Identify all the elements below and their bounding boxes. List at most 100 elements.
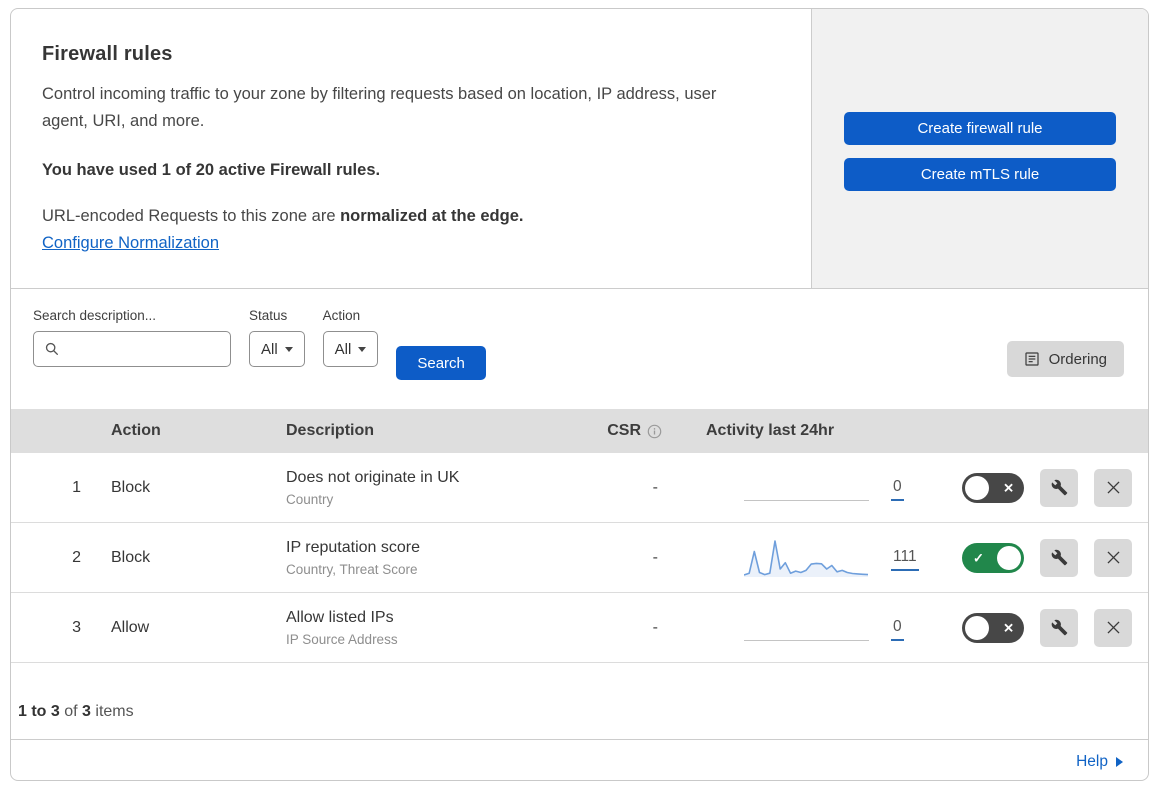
chevron-down-icon <box>358 346 367 352</box>
action-group: Action All <box>322 303 379 367</box>
search-button[interactable]: Search <box>396 346 486 380</box>
rule-enabled-toggle[interactable]: ✕ <box>962 612 1024 643</box>
toggle-check-icon: ✓ <box>973 550 984 565</box>
toggle-x-icon: ✕ <box>1003 620 1014 635</box>
info-icon[interactable] <box>647 424 662 439</box>
normalization-prefix: URL-encoded Requests to this zone are <box>42 207 341 226</box>
page-title: Firewall rules <box>42 43 173 65</box>
search-box <box>33 331 231 367</box>
search-group: Search description... <box>33 303 231 367</box>
rule-action: Block <box>111 478 151 496</box>
page-description: Control incoming traffic to your zone by… <box>42 85 717 130</box>
col-action: Action <box>111 422 161 439</box>
rule-enabled-toggle[interactable]: ✕ <box>962 472 1024 503</box>
activity-sparkline-area <box>744 537 869 579</box>
toggle-x-icon: ✕ <box>1003 480 1014 495</box>
activity-flatline <box>744 639 869 641</box>
ordering-list-icon <box>1024 351 1040 367</box>
create-firewall-rule-button[interactable]: Create firewall rule <box>844 112 1116 145</box>
create-mtls-rule-button[interactable]: Create mTLS rule <box>844 158 1116 191</box>
rule-csr: - <box>652 478 658 496</box>
rule-csr: - <box>652 618 658 636</box>
hero-section: Firewall rules Control incoming traffic … <box>11 9 1148 289</box>
close-icon <box>1104 618 1123 637</box>
rule-activity: 111 <box>676 537 931 579</box>
close-icon <box>1104 548 1123 567</box>
col-csr: CSR <box>571 422 676 440</box>
rule-description: Does not originate in UK Country <box>286 469 571 507</box>
ordering-button-label: Ordering <box>1048 350 1107 368</box>
activity-flatline <box>744 499 869 501</box>
rule-controls: ✕ <box>931 468 1148 507</box>
pagination-items: items <box>90 703 134 720</box>
close-icon <box>1104 478 1123 497</box>
status-select[interactable]: All <box>249 331 305 367</box>
activity-count-link[interactable]: 0 <box>891 618 904 641</box>
pagination-of: of <box>59 703 83 720</box>
pagination-range: 1 to 3 <box>18 703 60 720</box>
wrench-icon <box>1051 479 1068 496</box>
activity-sparkline-area <box>744 607 869 649</box>
wrench-icon <box>1051 619 1068 636</box>
filter-bar: Search description... Status All Action … <box>11 289 1148 409</box>
hero-text: Firewall rules Control incoming traffic … <box>11 9 811 288</box>
edit-rule-button[interactable] <box>1040 468 1078 507</box>
rule-priority: 2 <box>72 548 81 566</box>
rule-controls: ✕ <box>931 608 1148 647</box>
help-link[interactable]: Help <box>1076 753 1108 771</box>
status-selected-value: All <box>261 340 278 358</box>
rule-description-title: IP reputation score <box>286 538 421 556</box>
activity-count-link[interactable]: 0 <box>891 478 904 501</box>
rule-priority: 1 <box>72 478 81 496</box>
rule-enabled-toggle[interactable]: ✓ <box>962 542 1024 573</box>
rule-action: Block <box>111 548 151 566</box>
delete-rule-button[interactable] <box>1094 608 1132 647</box>
edit-rule-button[interactable] <box>1040 538 1078 577</box>
rule-action: Allow <box>111 618 150 636</box>
col-description: Description <box>286 422 375 439</box>
rule-description: IP reputation score Country, Threat Scor… <box>286 539 571 577</box>
activity-count-link[interactable]: 111 <box>891 548 919 571</box>
rule-priority: 3 <box>72 618 81 636</box>
search-label: Search description... <box>33 308 157 323</box>
wrench-icon <box>1051 549 1068 566</box>
status-label: Status <box>249 308 288 323</box>
rule-fields: IP Source Address <box>286 631 398 647</box>
delete-rule-button[interactable] <box>1094 538 1132 577</box>
pagination-summary: 1 to 3 of 3 items <box>11 663 1148 739</box>
search-input[interactable] <box>68 341 220 357</box>
activity-sparkline <box>744 539 869 577</box>
rule-description-title: Does not originate in UK <box>286 468 460 486</box>
activity-sparkline-area <box>744 467 869 509</box>
edit-rule-button[interactable] <box>1040 608 1078 647</box>
help-link-row[interactable]: Help <box>11 739 1148 780</box>
table-row: 1 Block Does not originate in UK Country… <box>11 453 1148 523</box>
table-row: 2 Block IP reputation score Country, Thr… <box>11 523 1148 593</box>
pagination-total: 3 <box>82 703 91 720</box>
action-selected-value: All <box>334 340 352 358</box>
col-activity: Activity last 24hr <box>706 422 835 439</box>
ordering-button[interactable]: Ordering <box>1006 341 1124 377</box>
toggle-knob <box>965 475 989 500</box>
toggle-knob <box>965 615 989 640</box>
rule-fields: Country, Threat Score <box>286 561 418 577</box>
action-label: Action <box>322 308 361 323</box>
rule-description: Allow listed IPs IP Source Address <box>286 609 571 647</box>
status-group: Status All <box>249 303 305 367</box>
normalization-bold: normalized at the edge. <box>340 207 524 226</box>
configure-normalization-link[interactable]: Configure Normalization <box>42 234 219 253</box>
chevron-down-icon <box>284 346 293 352</box>
firewall-rules-card: Firewall rules Control incoming traffic … <box>10 8 1149 781</box>
usage-summary: You have used 1 of 20 active Firewall ru… <box>42 161 381 180</box>
action-panel: Create firewall rule Create mTLS rule <box>811 9 1148 288</box>
toggle-knob <box>997 545 1021 570</box>
table-header: Action Description CSR Activity last 24h… <box>11 409 1148 453</box>
normalization-note: URL-encoded Requests to this zone are no… <box>42 207 783 226</box>
rule-fields: Country <box>286 491 334 507</box>
rule-controls: ✓ <box>931 538 1148 577</box>
search-icon <box>44 341 60 357</box>
table-row: 3 Allow Allow listed IPs IP Source Addre… <box>11 593 1148 663</box>
delete-rule-button[interactable] <box>1094 468 1132 507</box>
action-select[interactable]: All <box>322 331 379 367</box>
arrow-right-icon <box>1116 756 1123 767</box>
